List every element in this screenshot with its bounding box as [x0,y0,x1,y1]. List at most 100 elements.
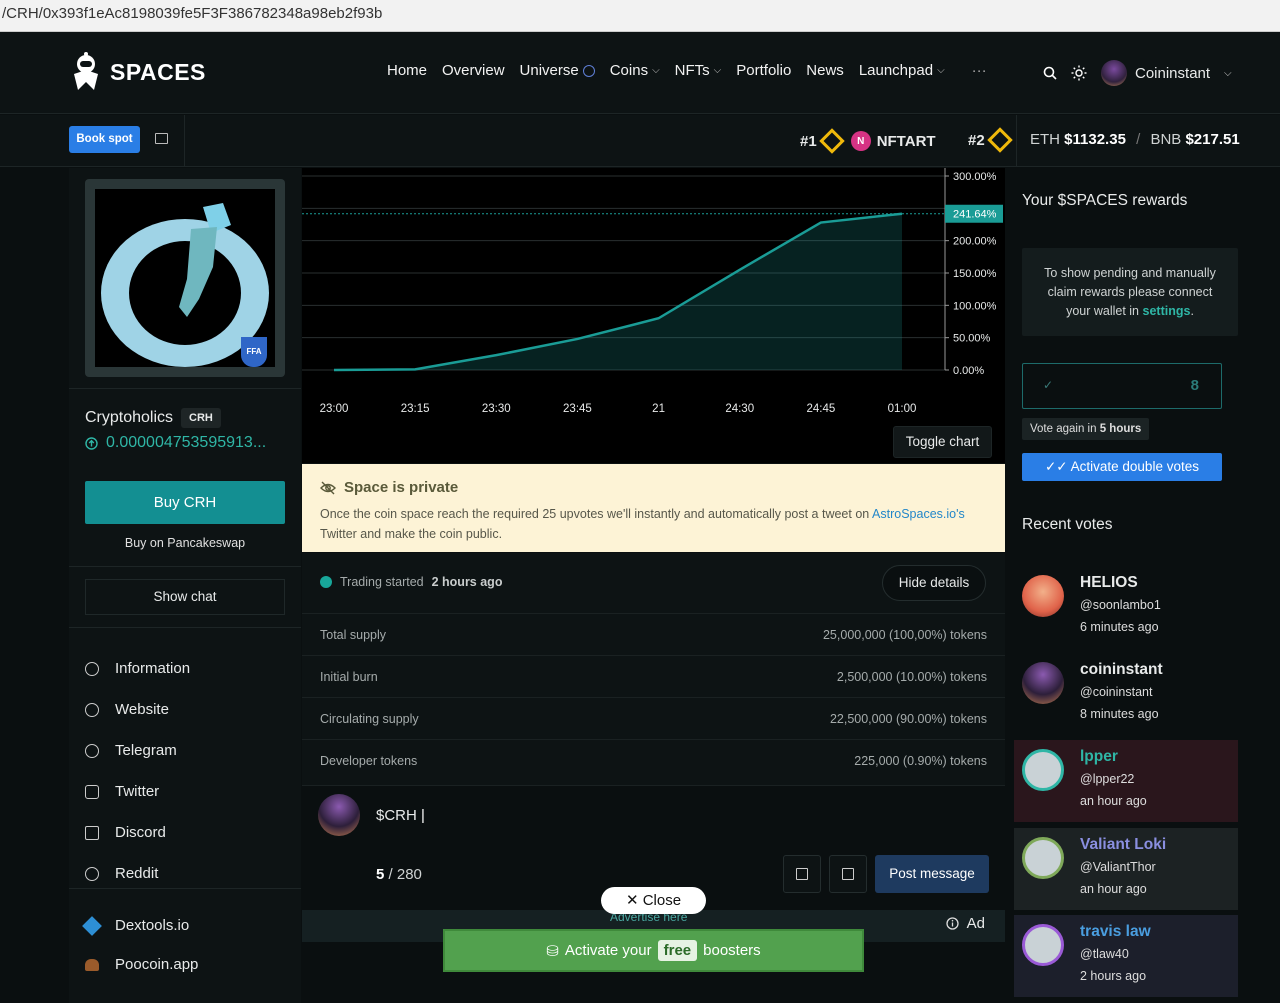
detail-key: Total supply [320,628,387,642]
rank-2[interactable]: #2 [968,127,1013,153]
nav-nfts[interactable]: NFTs ⌵ [675,62,722,79]
link-discord[interactable]: Discord [85,812,190,853]
show-chat-button[interactable]: Show chat [85,579,285,615]
voter-handle: @lpper22 [1080,772,1135,786]
check-icon: ✓ [1043,378,1054,392]
external-links: Dextools.io Poocoin.app [82,906,198,984]
recent-votes-title: Recent votes [1022,516,1113,533]
detail-value: 225,000 (0.90%) tokens [854,754,987,768]
status-dot [320,576,332,588]
link-website[interactable]: Website [85,689,190,730]
recent-vote-item[interactable]: HELIOS @soonlambo1 6 minutes ago [1014,566,1238,648]
nav-news[interactable]: News [806,62,844,79]
close-ad-button[interactable]: ✕ Close [601,887,706,914]
telegram-icon [85,743,99,758]
ad-icon[interactable] [155,133,168,144]
nav-launchpad[interactable]: Launchpad ⌵ [859,62,945,79]
pancakeswap-link[interactable]: Buy on Pancakeswap [85,536,285,550]
ad-text: Ad [966,915,985,932]
link-dextools[interactable]: Dextools.io [82,906,198,945]
x-tick-label: 23:15 [401,403,430,415]
chevron-down-icon[interactable]: ⌵ [1224,68,1232,79]
ffa-badge: FFA [241,337,267,367]
x-tick-label: 23:30 [482,403,511,415]
logo[interactable]: SPACES [68,52,206,92]
link-poocoin[interactable]: Poocoin.app [85,945,198,984]
double-check-icon: ✓✓ [1045,459,1068,474]
close-icon: ✕ [625,892,639,909]
hide-details-button[interactable]: Hide details [882,565,986,601]
buy-button[interactable]: Buy CRH [85,481,285,524]
divider [69,627,301,628]
post-message-button[interactable]: Post message [875,855,989,893]
attach-file-button[interactable] [783,855,821,893]
voter-name: lpper [1080,748,1118,765]
divider [69,566,301,567]
rank-1[interactable]: #1 N NFTART [800,128,936,154]
y-tick-label: 100.00% [953,300,997,312]
toggle-chart-button[interactable]: Toggle chart [893,426,992,458]
recent-vote-item[interactable]: lpper @lpper22 an hour ago [1014,740,1238,822]
vote-again-prefix: Vote again in [1030,423,1097,435]
user-name[interactable]: Coininstant [1135,65,1210,82]
nav-home[interactable]: Home [387,62,427,79]
nav-more[interactable]: ··· [972,62,987,79]
nav-right: Coininstant ⌵ [1043,60,1232,86]
voter-handle: @ValiantThor [1080,860,1156,874]
message-text: $CRH [376,807,417,824]
divider [1016,115,1017,167]
coin-price: 0.000004753595913... [85,434,266,452]
char-max: / 280 [388,866,422,883]
search-icon[interactable] [1043,66,1057,80]
settings-link[interactable]: settings [1143,304,1191,318]
theme-sun-icon[interactable] [1071,65,1087,81]
image-icon [842,868,854,880]
link-twitter[interactable]: Twitter [85,771,190,812]
link-label: Discord [115,824,166,841]
detail-row: Developer tokens 225,000 (0.90%) tokens [302,739,1005,781]
voter-avatar [1022,749,1064,791]
nav-overview[interactable]: Overview [442,62,505,79]
voter-handle: @tlaw40 [1080,947,1129,961]
boost-suffix: boosters [703,942,761,959]
voter-handle: @soonlambo1 [1080,598,1161,612]
user-avatar[interactable] [1101,60,1127,86]
divider [184,115,185,167]
detail-value: 22,500,000 (90.00%) tokens [829,712,987,726]
address-bar[interactable]: /CRH/0x393f1eAc8198039fe5F3F386782348a98… [0,0,1280,32]
link-label: Website [115,701,169,718]
private-title-label: Space is private [344,479,459,496]
nav-coins[interactable]: Coins ⌵ [610,62,660,79]
message-input[interactable]: $CRH | [376,807,425,824]
trading-time: 2 hours ago [431,575,503,589]
rank-number: #2 [968,131,985,149]
link-telegram[interactable]: Telegram [85,730,190,771]
recent-vote-item[interactable]: coininstant @coininstant 8 minutes ago [1014,653,1238,735]
voter-name: HELIOS [1080,574,1138,591]
nav-universe[interactable]: Universe [520,62,595,79]
nav-nfts-label: NFTs [674,62,710,79]
recent-vote-item[interactable]: travis law @tlaw40 2 hours ago [1014,915,1238,997]
nav-portfolio[interactable]: Portfolio [736,62,791,79]
coin-name: Cryptoholics CRH [85,408,221,428]
link-information[interactable]: Information [85,648,190,689]
detail-value: 2,500,000 (10.00%) tokens [836,670,987,684]
bnb-label: BNB [1150,131,1182,148]
attach-image-button[interactable] [829,855,867,893]
recent-vote-item[interactable]: Valiant Loki @ValiantThor an hour ago [1014,828,1238,910]
rank-number: #1 [800,132,817,150]
book-spot-button[interactable]: Book spot [69,126,140,153]
sub-bar: Book spot #1 N NFTART #2 ETH $1132.35 / … [0,115,1280,167]
token-details: Trading started 2 hours ago Hide details… [302,553,1005,785]
nav-coins-label: Coins [609,62,649,79]
private-notice: Space is private Once the coin space rea… [302,464,1005,552]
eye-off-icon [320,481,336,494]
price-chart[interactable]: 300.00%250.00%200.00%150.00%100.00%50.00… [302,168,1005,463]
astrospaces-link[interactable]: AstroSpaces.io's [872,507,965,521]
link-label: Twitter [115,783,160,800]
chevron-down-icon: ⌵ [713,65,722,76]
link-label: Reddit [115,865,159,882]
vote-button[interactable]: ✓ 8 [1022,363,1222,409]
activate-boosters-button[interactable]: ⛁ Activate your free boosters [443,929,864,972]
activate-double-votes-button[interactable]: ✓✓ Activate double votes [1022,453,1222,481]
